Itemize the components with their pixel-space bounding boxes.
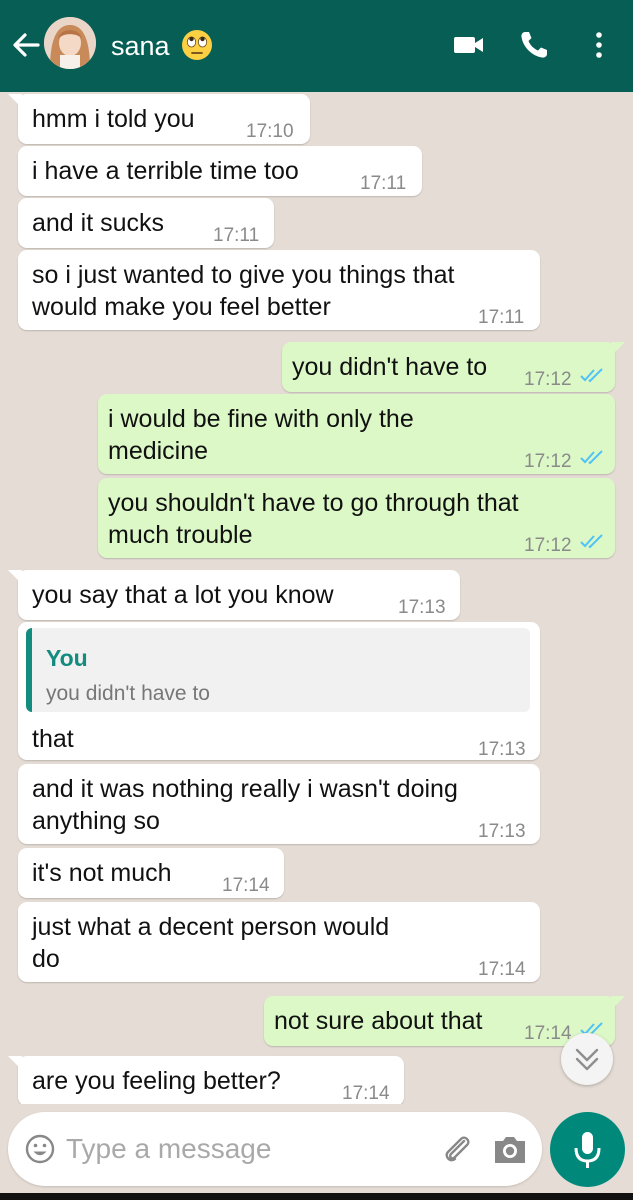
message-text: i would be fine with only the [108,405,414,433]
message-time: 17:13 [398,597,446,618]
incoming-message[interactable]: hmm i told you 17:10 [8,94,310,144]
avatar[interactable] [44,17,96,69]
double-check-read-icon [580,450,603,465]
outgoing-message[interactable]: you shouldn't have to go through that mu… [98,478,615,558]
message-input[interactable] [66,1126,426,1172]
incoming-message[interactable]: so i just wanted to give you things that… [18,250,540,330]
scroll-to-bottom-button[interactable] [561,1033,613,1085]
message-text: you shouldn't have to go through that [108,489,519,517]
message-text: so i just wanted to give you things that [32,261,455,289]
outgoing-message[interactable]: you didn't have to 17:12 [282,342,625,392]
message-text: you say that a lot you know [32,581,334,609]
message-text: and it sucks [32,209,165,237]
outgoing-message[interactable]: i would be fine with only the medicine 1… [98,394,615,474]
double-check-read-icon [580,534,603,549]
message-text: medicine [108,437,209,465]
double-check-read-icon [580,368,603,383]
video-call-icon[interactable] [450,26,488,64]
double-chevron-down-icon [575,1048,599,1071]
incoming-message[interactable]: and it sucks 17:11 [18,198,274,248]
microphone-button[interactable] [550,1112,625,1187]
message-time: 17:13 [478,739,526,760]
message-text: that [32,725,74,753]
quoted-message[interactable]: You you didn't have to [26,628,530,712]
message-text: just what a decent person would [32,913,390,941]
incoming-message[interactable]: i have a terrible time too 17:11 [18,146,422,196]
phone-call-icon[interactable] [515,26,553,64]
message-text: anything so [32,807,160,835]
message-composer [0,1104,633,1200]
message-time: 17:12 [524,369,572,390]
message-list[interactable]: hmm i told you 17:10 i have a terrible t… [0,92,633,1104]
contact-name[interactable]: sana [111,29,170,63]
back-arrow-icon[interactable] [10,28,40,62]
incoming-message[interactable]: are you feeling better? 17:14 [8,1056,404,1104]
message-text: hmm i told you [32,105,195,133]
message-text: it's not much [32,859,172,887]
incoming-message[interactable]: you say that a lot you know 17:13 [8,570,460,620]
message-time: 17:11 [360,173,407,194]
chat-header: sana [0,0,633,92]
message-time: 17:10 [246,121,294,142]
message-time: 17:12 [524,535,572,556]
incoming-message-with-reply[interactable]: You you didn't have to that 17:13 [18,622,540,760]
quoted-author: You [46,645,88,671]
message-time: 17:11 [478,307,525,328]
attach-icon[interactable] [440,1132,476,1168]
message-time: 17:11 [213,225,260,246]
message-text: and it was nothing really i wasn't doing [32,775,458,803]
message-time: 17:14 [478,959,526,980]
message-text: not sure about that [274,1007,483,1035]
incoming-message[interactable]: it's not much 17:14 [18,848,284,898]
more-options-icon[interactable] [580,26,618,64]
message-text: do [32,945,60,973]
message-text: are you feeling better? [32,1067,281,1095]
microphone-icon [574,1132,601,1168]
message-time: 17:14 [222,875,270,896]
incoming-message[interactable]: just what a decent person would do 17:14 [18,902,540,982]
eye-roll-emoji-icon [182,30,212,60]
emoji-icon[interactable] [24,1133,56,1165]
system-navigation-bar [0,1193,633,1200]
incoming-message[interactable]: and it was nothing really i wasn't doing… [18,764,540,844]
message-text: would make you feel better [32,293,331,321]
message-text: i have a terrible time too [32,157,299,185]
message-time: 17:12 [524,451,572,472]
message-time: 17:14 [342,1083,390,1104]
quoted-text: you didn't have to [46,682,210,705]
message-time: 17:13 [478,821,526,842]
message-text: much trouble [108,521,253,549]
camera-icon[interactable] [492,1132,528,1168]
message-input-box[interactable] [8,1112,542,1186]
message-text: you didn't have to [292,353,488,381]
